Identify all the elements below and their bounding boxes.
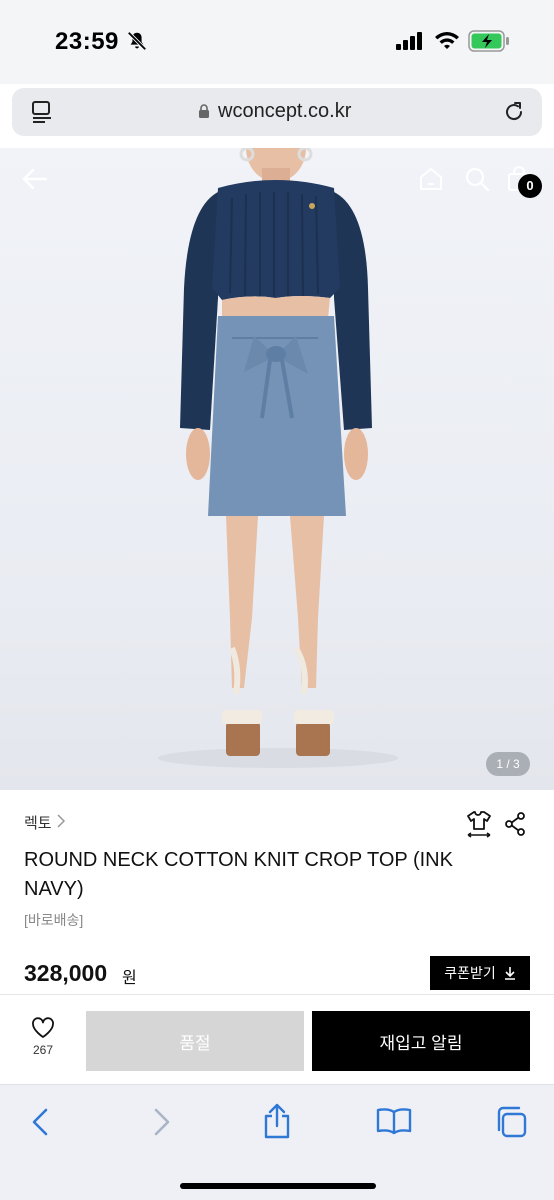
reader-icon[interactable] — [30, 100, 54, 124]
image-page-indicator: 1 / 3 — [486, 752, 530, 776]
back-arrow-icon[interactable] — [20, 164, 50, 194]
download-icon — [504, 967, 515, 980]
wish-count: 267 — [32, 1043, 54, 1057]
share-icon[interactable] — [262, 1103, 292, 1139]
chevron-right-icon[interactable] — [148, 1107, 174, 1137]
product-price: 328,000 — [24, 960, 108, 986]
restock-alert-button[interactable]: 재입고 알림 — [312, 1011, 530, 1071]
reload-icon[interactable] — [502, 100, 526, 124]
chevron-left-icon[interactable] — [28, 1107, 54, 1137]
shipping-tag: [바로배송] — [24, 912, 84, 928]
size-guide-icon[interactable] — [466, 810, 492, 838]
tabs-icon[interactable] — [494, 1105, 528, 1139]
status-time: 23:59 — [55, 28, 119, 55]
brand-link[interactable]: 렉토 — [24, 812, 52, 833]
url-text[interactable]: wconcept.co.kr — [218, 100, 351, 123]
heart-icon — [32, 1017, 54, 1038]
cart-count-badge[interactable]: 0 — [518, 174, 542, 198]
coupon-label: 쿠폰받기 — [444, 965, 496, 981]
product-photo — [158, 148, 398, 768]
browser-toolbar — [0, 1084, 554, 1200]
purchase-action-bar: 267 품절 재입고 알림 — [0, 994, 554, 1084]
wifi-icon — [435, 32, 459, 49]
address-bar[interactable]: wconcept.co.kr — [12, 88, 542, 136]
product-title: ROUND NECK COTTON KNIT CROP TOP (INK NAV… — [24, 849, 453, 900]
battery-charging-icon — [468, 30, 509, 52]
search-icon[interactable] — [464, 166, 490, 192]
home-icon[interactable] — [418, 166, 444, 192]
soldout-button[interactable]: 품절 — [86, 1011, 304, 1071]
bell-off-icon — [127, 31, 147, 51]
chevron-right-icon[interactable] — [56, 814, 66, 828]
coupon-download-button[interactable]: 쿠폰받기 — [430, 956, 530, 990]
wishlist-button[interactable]: 267 — [22, 1017, 64, 1065]
status-bar: 23:59 — [0, 0, 554, 84]
book-icon[interactable] — [376, 1107, 412, 1135]
signal-icon — [396, 32, 422, 50]
share-icon[interactable] — [504, 812, 526, 836]
product-image-carousel[interactable]: 0 1 / 3 — [0, 148, 554, 790]
lock-icon — [199, 104, 209, 118]
price-currency: 원 — [122, 970, 137, 987]
home-indicator — [180, 1183, 376, 1189]
